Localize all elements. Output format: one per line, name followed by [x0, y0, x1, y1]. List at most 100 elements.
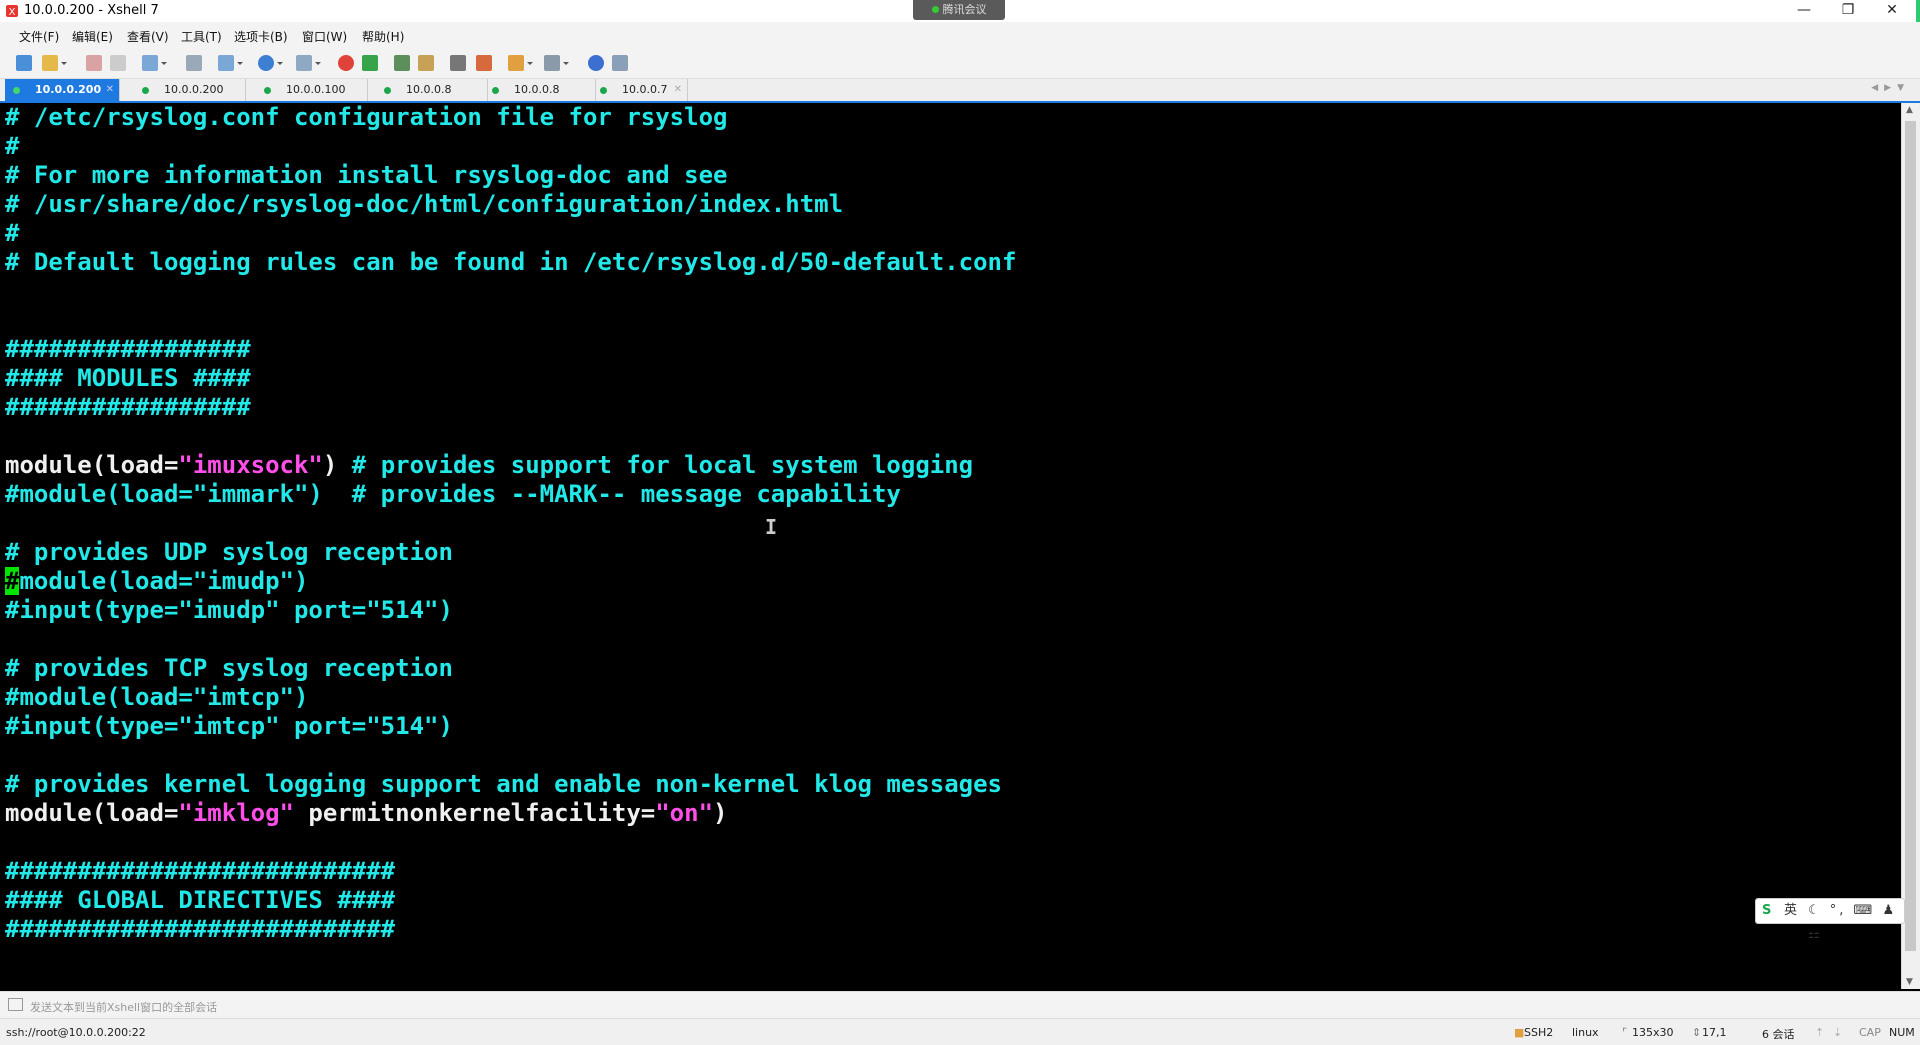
terminal-line: #module(load="immark") # provides --MARK…: [5, 480, 901, 509]
terminal-line: # For more information install rsyslog-d…: [5, 161, 727, 190]
font-icon[interactable]: [296, 55, 321, 71]
terminal-size: 135x30: [1632, 1026, 1674, 1039]
terminal-text: # provides UDP syslog reception: [5, 538, 453, 566]
compose-icon[interactable]: [8, 998, 23, 1011]
terminal-text: #### GLOBAL DIRECTIVES ####: [5, 886, 396, 914]
keyboard-icon[interactable]: [450, 55, 466, 71]
text-cursor: #: [5, 567, 20, 595]
chat-icon[interactable]: [612, 55, 628, 71]
terminal-text: #input(type="imtcp" port="514"): [5, 712, 453, 740]
reconnect-icon[interactable]: [110, 55, 126, 71]
terminal-line: # provides UDP syslog reception: [5, 538, 453, 567]
terminal-line: # provides TCP syslog reception: [5, 654, 453, 683]
scroll-up-icon[interactable]: ▲: [1906, 105, 1913, 115]
close-button[interactable]: ✕: [1870, 0, 1914, 22]
size-icon: ⌜: [1622, 1026, 1628, 1039]
menu-help[interactable]: 帮助(H): [362, 28, 404, 45]
tab-close-icon[interactable]: ✕: [674, 79, 682, 101]
terminal-text: #: [5, 219, 20, 247]
session-tab[interactable]: 10.0.0.8: [484, 79, 596, 101]
disconnect-icon[interactable]: [86, 55, 102, 71]
minimize-button[interactable]: —: [1782, 0, 1826, 22]
tab-close-icon[interactable]: ✕: [106, 79, 114, 101]
window-title: 10.0.0.200 - Xshell 7: [24, 3, 159, 18]
download-icon: ⇣: [1833, 1026, 1843, 1039]
terminal-text: #################: [5, 335, 251, 363]
caps-lock-indicator: CAP: [1859, 1026, 1881, 1039]
lock-icon[interactable]: [418, 55, 434, 71]
session-tab[interactable]: 10.0.0.8: [376, 79, 488, 101]
tab-label: 10.0.0.200: [164, 83, 224, 96]
compose-input[interactable]: 发送文本到当前Xshell窗口的全部会话: [30, 999, 217, 1015]
tab-label: 10.0.0.7: [622, 83, 668, 96]
ime-mode-label[interactable]: 英: [1784, 899, 1797, 923]
session-tab[interactable]: 10.0.0.200: [134, 79, 246, 101]
connection-string: ssh://root@10.0.0.200:22: [6, 1026, 146, 1039]
menu-tabs[interactable]: 选项卡(B): [234, 28, 288, 45]
tab-label: 10.0.0.200: [35, 83, 102, 96]
menu-edit[interactable]: 编辑(E): [72, 28, 113, 45]
menu-view[interactable]: 查看(V): [127, 28, 169, 45]
terminal-type: linux: [1572, 1026, 1599, 1039]
meeting-label: 腾讯会议: [942, 3, 987, 16]
session-tab-bar: 10.0.0.200 ✕ 10.0.0.200 10.0.0.100 10.0.0…: [0, 79, 1920, 103]
terminal-text: #### MODULES ####: [5, 364, 251, 392]
script-icon[interactable]: [476, 55, 492, 71]
status-dot-icon: [264, 87, 271, 94]
terminal-line: #: [5, 132, 19, 161]
terminal-line: #module(load="imudp"): [5, 567, 308, 596]
terminal-line: # /usr/share/doc/rsyslog-doc/html/config…: [5, 190, 843, 219]
terminal-line: module(load="imklog" permitnonkernelfaci…: [5, 799, 727, 828]
terminal-text: # provides kernel logging support and en…: [5, 770, 1002, 798]
terminal-text: "imklog": [178, 799, 294, 827]
terminal-area[interactable]: I "/etc/rsyslog.conf" 59L, 1382B 17,1 顶端…: [0, 103, 1902, 989]
title-bar: X 10.0.0.200 - Xshell 7 腾讯会议 — ❐ ✕: [0, 0, 1920, 60]
status-dot-icon: [142, 87, 149, 94]
svg-text:X: X: [9, 7, 16, 18]
menu-bar: 文件(F) 编辑(E) 查看(V) 工具(T) 选项卡(B) 窗口(W) 帮助(…: [0, 22, 1920, 48]
open-folder-icon[interactable]: [42, 55, 67, 71]
meeting-badge[interactable]: 腾讯会议: [913, 0, 1005, 20]
fullscreen-icon[interactable]: [394, 55, 410, 71]
scrollbar-thumb[interactable]: [1905, 121, 1916, 951]
cursor-pos-icon: ⇕: [1692, 1026, 1702, 1039]
maximize-button[interactable]: ❐: [1826, 0, 1870, 22]
terminal-text: # /usr/share/doc/rsyslog-doc/html/config…: [5, 190, 844, 218]
ime-tool-icons[interactable]: ☾ °, ⌨ ♟ ⚏: [1808, 899, 1904, 947]
terminal-line: #input(type="imtcp" port="514"): [5, 712, 453, 741]
xftp-icon[interactable]: [338, 55, 354, 71]
find-icon[interactable]: [186, 55, 202, 71]
help-icon[interactable]: [588, 55, 604, 71]
session-tab[interactable]: 10.0.0.200 ✕: [5, 79, 120, 101]
scroll-down-icon[interactable]: ▼: [1906, 977, 1913, 987]
terminal-text: module(load=: [5, 451, 179, 479]
properties-icon[interactable]: [218, 55, 243, 71]
ime-toolbar[interactable]: S 英 ☾ °, ⌨ ♟ ⚏: [1755, 898, 1905, 942]
terminal-text: ###########################: [5, 915, 396, 943]
terminal-line: #module(load="imtcp"): [5, 683, 308, 712]
terminal-text: permitnonkernelfacility=: [293, 799, 656, 827]
menu-tools[interactable]: 工具(T): [181, 28, 222, 45]
status-bar: ssh://root@10.0.0.200:22 ■ SSH2 linux ⌜ …: [0, 1018, 1920, 1045]
tab-scroll-arrows-icon[interactable]: ◀▶▼: [1871, 83, 1910, 93]
status-dot-icon: [384, 87, 391, 94]
lock-icon: ■: [1514, 1026, 1525, 1039]
terminal-line: #### MODULES ####: [5, 364, 251, 393]
terminal-text: # provides support for local system logg…: [351, 451, 974, 479]
compose-bar[interactable]: 发送文本到当前Xshell窗口的全部会话: [0, 991, 1920, 1019]
xmanager-icon[interactable]: [362, 55, 378, 71]
copy-icon[interactable]: [142, 55, 167, 71]
layout-icon[interactable]: [544, 55, 569, 71]
menu-window[interactable]: 窗口(W): [302, 28, 347, 45]
session-tab[interactable]: 10.0.0.7 ✕: [592, 79, 688, 101]
transfer-icon[interactable]: [508, 55, 533, 71]
terminal-text: module(load="imudp"): [19, 567, 309, 595]
tab-label: 10.0.0.8: [406, 83, 452, 96]
globe-icon[interactable]: [258, 55, 283, 71]
terminal-line: #################: [5, 335, 251, 364]
terminal-scrollbar[interactable]: ▲ ▼: [1901, 103, 1920, 989]
new-session-icon[interactable]: [16, 55, 32, 71]
session-tab[interactable]: 10.0.0.100: [256, 79, 368, 101]
terminal-text: #module(load="immark") # provides --MARK…: [5, 480, 901, 508]
menu-file[interactable]: 文件(F): [19, 28, 59, 45]
